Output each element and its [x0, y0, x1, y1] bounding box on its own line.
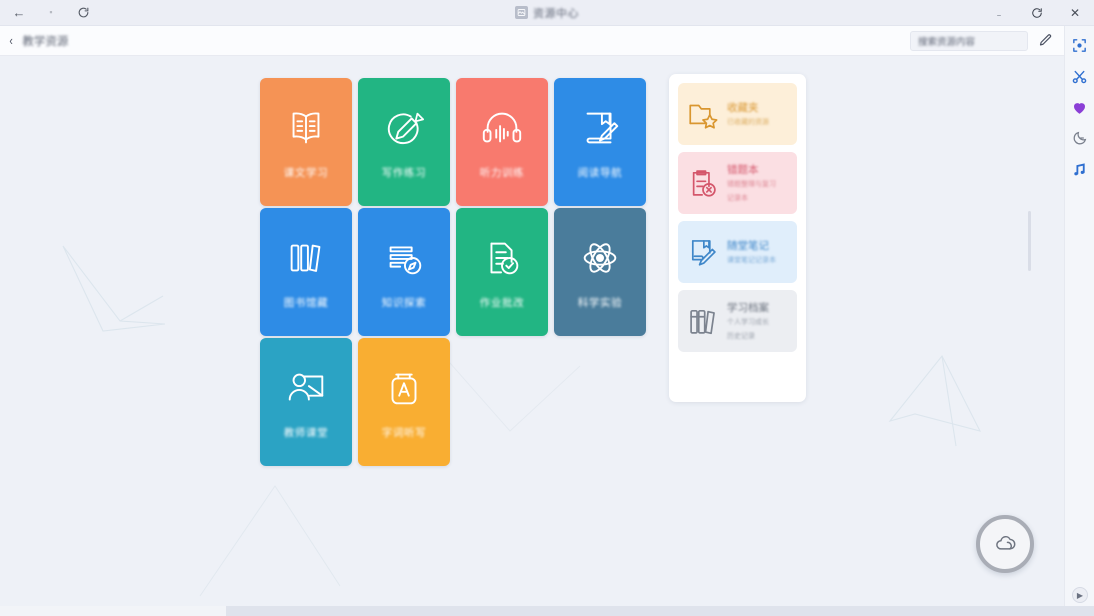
cloud-fab-button[interactable]: [976, 515, 1034, 573]
pencil-icon[interactable]: [1038, 33, 1054, 49]
tile-label: 教师课堂: [283, 426, 329, 439]
card-title: 学习档案: [727, 302, 769, 315]
bottom-bar: [0, 606, 1094, 616]
open-book-icon: [292, 112, 320, 143]
right-sidebar: [1064, 26, 1094, 616]
search-input[interactable]: 搜索资源内容: [910, 31, 1028, 51]
app-window: ← ▪ 资源中心 ﹣ ✕ ‹ 教学资源 搜索资源内容 课文学习 写作练习 听力训…: [0, 0, 1094, 616]
reload-icon[interactable]: [74, 4, 92, 22]
back-chevron-icon[interactable]: ‹: [9, 34, 12, 47]
tile-label: 字词听写: [381, 426, 427, 439]
card-notes[interactable]: 随堂笔记 课堂笔记记录本: [678, 221, 797, 283]
tile-bookshelf[interactable]: 图书馆藏: [260, 208, 352, 336]
presenter-icon: [288, 373, 324, 400]
search-value: 搜索资源内容: [918, 37, 976, 48]
close-button[interactable]: ✕: [1056, 0, 1094, 26]
book-pencil-icon: [691, 240, 716, 266]
nav-controls: ← ▪: [0, 4, 92, 22]
book-pen-icon: [586, 112, 619, 143]
card-subtitle: 个人学习成长: [727, 319, 769, 327]
tile-label: 作业批改: [479, 296, 525, 309]
tile-label: 课文学习: [283, 166, 329, 179]
clipboard-x-icon: [692, 170, 716, 197]
tile-label: 听力训练: [479, 166, 525, 179]
breadcrumb[interactable]: ‹ 教学资源: [0, 33, 68, 49]
letter-jar-icon: [391, 373, 417, 404]
restore-button[interactable]: [1018, 0, 1056, 26]
minimize-button[interactable]: ﹣: [980, 0, 1018, 26]
play-button[interactable]: ▶: [1072, 587, 1088, 603]
card-subtitle: 已收藏的资源: [727, 118, 769, 126]
tile-letter-jar[interactable]: 字词听写: [358, 338, 450, 466]
back-icon[interactable]: ←: [10, 4, 28, 22]
tile-label: 阅读导航: [577, 166, 623, 179]
folder-star-icon: [689, 104, 718, 129]
window-title-group: 资源中心: [0, 5, 1094, 21]
tile-open-book[interactable]: 课文学习: [260, 78, 352, 206]
circle-pencil-icon: [387, 112, 425, 144]
quick-access-panel: 收藏夹 已收藏的资源 错题本 错题整理与复习 记录本 随堂笔记 课堂笔记记录本 …: [669, 74, 806, 402]
headphones-icon: [482, 112, 522, 142]
card-subtitle: 错题整理与复习: [727, 181, 776, 189]
decoration-line-art-right: [888, 354, 982, 447]
card-title: 错题本: [727, 164, 759, 177]
tile-circle-pencil[interactable]: 写作练习: [358, 78, 450, 206]
card-title: 收藏夹: [727, 101, 759, 114]
card-subtitle-2: 记录本: [727, 194, 748, 202]
app-logo-icon: [515, 6, 528, 19]
tile-label: 科学实验: [577, 296, 623, 309]
title-bar: ← ▪ 资源中心 ﹣ ✕: [0, 0, 1094, 26]
crop-icon[interactable]: [1069, 34, 1091, 56]
cloud-icon: [996, 535, 1016, 550]
main-canvas: 课文学习 写作练习 听力训练 阅读导航 图书馆藏 知识探索 作业批改 科学实验 …: [0, 56, 1064, 614]
doc-check-icon: [490, 242, 519, 274]
card-text: 学习档案 个人学习成长 历史记录: [727, 300, 769, 341]
breadcrumb-label: 教学资源: [22, 35, 69, 48]
books-icon: [690, 309, 715, 335]
bookshelf-icon: [290, 244, 321, 272]
tile-label: 写作练习: [381, 166, 427, 179]
scissors-icon[interactable]: [1069, 65, 1091, 87]
moon-icon[interactable]: [1069, 127, 1091, 149]
canvas-scrollbar[interactable]: [1028, 211, 1031, 271]
card-mistakes[interactable]: 错题本 错题整理与复习 记录本: [678, 152, 797, 214]
tile-books-compass[interactable]: 知识探索: [358, 208, 450, 336]
tile-headphones[interactable]: 听力训练: [456, 78, 548, 206]
bottom-left-segment: [0, 606, 226, 616]
decoration-line-art-left: [62, 245, 166, 332]
card-subtitle: 课堂笔记记录本: [727, 256, 776, 264]
sub-header: ‹ 教学资源 搜索资源内容: [0, 26, 1064, 56]
card-text: 收藏夹 已收藏的资源: [727, 100, 769, 128]
window-controls: ﹣ ✕: [980, 0, 1094, 26]
card-archive[interactable]: 学习档案 个人学习成长 历史记录: [678, 290, 797, 352]
card-subtitle-2: 历史记录: [727, 332, 755, 340]
window-title: 资源中心: [533, 7, 579, 20]
tile-doc-check[interactable]: 作业批改: [456, 208, 548, 336]
tile-atom[interactable]: 科学实验: [554, 208, 646, 336]
heart-icon[interactable]: [1069, 96, 1091, 118]
tile-label: 图书馆藏: [283, 296, 329, 309]
card-text: 随堂笔记 课堂笔记记录本: [727, 238, 776, 266]
card-title: 随堂笔记: [727, 239, 769, 252]
tile-presenter[interactable]: 教师课堂: [260, 338, 352, 466]
forward-icon[interactable]: ▪: [42, 4, 60, 22]
tile-book-pen[interactable]: 阅读导航: [554, 78, 646, 206]
books-compass-icon: [389, 246, 422, 274]
card-text: 错题本 错题整理与复习 记录本: [727, 162, 776, 203]
atom-icon: [583, 242, 617, 273]
tile-label: 知识探索: [381, 296, 427, 309]
card-favorites[interactable]: 收藏夹 已收藏的资源: [678, 83, 797, 145]
resource-tile-grid: 课文学习 写作练习 听力训练 阅读导航 图书馆藏 知识探索 作业批改 科学实验 …: [260, 78, 646, 466]
decoration-line-art-bottom: [199, 485, 341, 597]
music-icon[interactable]: [1069, 158, 1091, 180]
